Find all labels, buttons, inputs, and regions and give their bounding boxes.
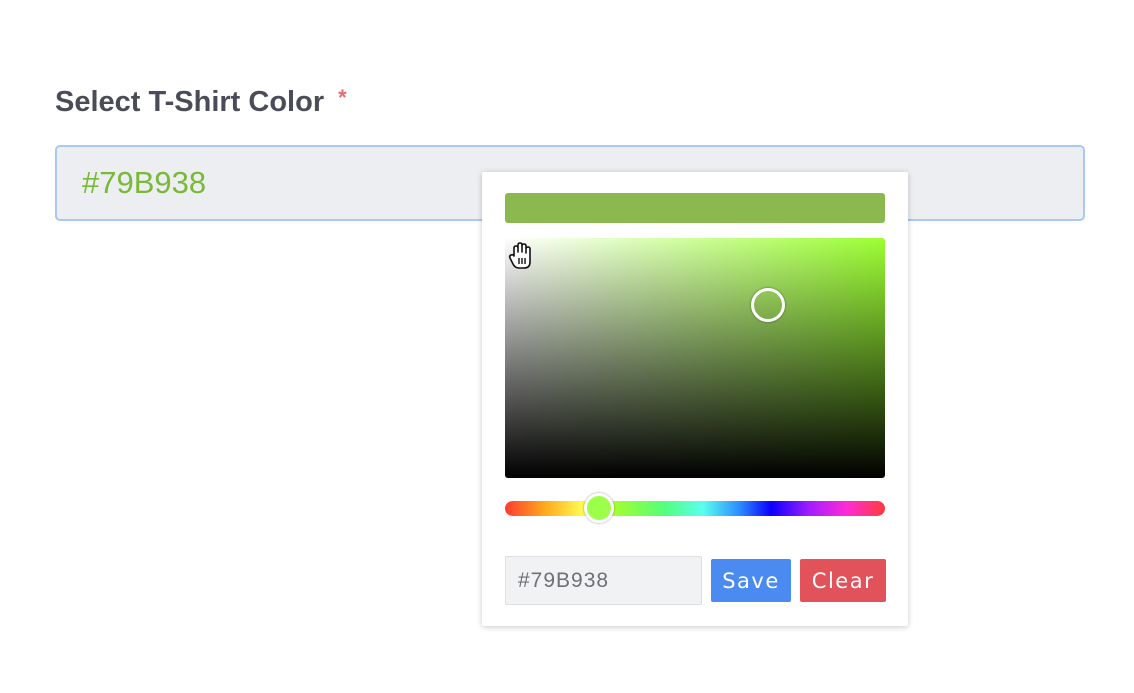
hue-slider-handle[interactable] bbox=[584, 493, 614, 523]
save-button[interactable]: Save bbox=[711, 559, 791, 602]
hue-slider[interactable] bbox=[505, 493, 885, 523]
field-label: Select T-Shirt Color * bbox=[55, 85, 347, 119]
color-preview-swatch bbox=[505, 193, 885, 223]
grab-hand-icon bbox=[508, 242, 531, 269]
hex-value-input[interactable] bbox=[505, 556, 702, 605]
page: Select T-Shirt Color * Save Clear bbox=[0, 0, 1134, 693]
field-label-text: Select T-Shirt Color bbox=[55, 86, 325, 118]
required-asterisk: * bbox=[338, 85, 347, 110]
color-picker-popup: Save Clear bbox=[482, 172, 908, 626]
saturation-value-handle[interactable] bbox=[751, 288, 785, 322]
saturation-value-area[interactable] bbox=[505, 238, 885, 478]
clear-button[interactable]: Clear bbox=[800, 559, 886, 602]
